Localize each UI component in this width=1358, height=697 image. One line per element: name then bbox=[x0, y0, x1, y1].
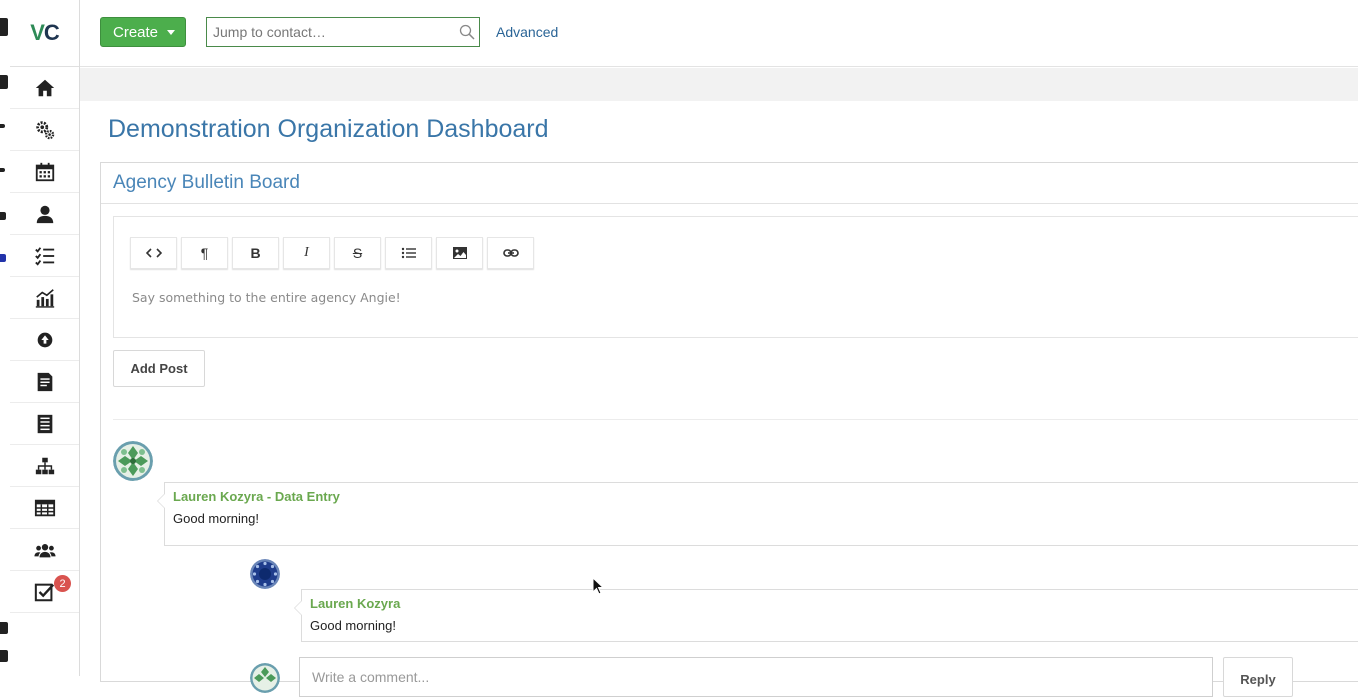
panel-header: Agency Bulletin Board bbox=[101, 163, 1358, 204]
sidebar-item-organization[interactable] bbox=[10, 445, 79, 487]
avatar[interactable] bbox=[250, 559, 280, 589]
advanced-search-link[interactable]: Advanced bbox=[496, 24, 558, 40]
italic-button[interactable]: I bbox=[283, 237, 330, 269]
app-logo[interactable]: VC bbox=[10, 0, 79, 67]
gears-icon bbox=[35, 120, 54, 139]
reply-post: Lauren Kozyra Good morning! bbox=[294, 589, 1358, 642]
tasks-icon bbox=[34, 583, 54, 601]
search-icon[interactable] bbox=[459, 24, 475, 40]
comment-box[interactable] bbox=[299, 657, 1213, 697]
avatar-pattern bbox=[250, 559, 280, 589]
post-author[interactable]: Lauren Kozyra bbox=[310, 596, 400, 611]
link-button[interactable] bbox=[487, 237, 534, 269]
contact-search[interactable] bbox=[206, 17, 480, 47]
sidebar-item-contacts[interactable] bbox=[10, 193, 79, 235]
edge-mark bbox=[0, 254, 6, 262]
divider bbox=[113, 419, 1358, 420]
edge-mark bbox=[0, 18, 8, 36]
sidebar-item-forms[interactable] bbox=[10, 403, 79, 445]
sidebar-item-groups[interactable] bbox=[10, 529, 79, 571]
create-button-label: Create bbox=[113, 23, 159, 41]
avatar-pattern bbox=[113, 441, 153, 481]
group-icon bbox=[33, 543, 56, 557]
post-editor[interactable]: ¶ B I S Say something to the entire agen… bbox=[113, 216, 1358, 338]
edge-mark bbox=[0, 212, 6, 220]
report-icon bbox=[37, 414, 52, 433]
paragraph-icon: ¶ bbox=[200, 245, 209, 261]
tasks-badge: 2 bbox=[54, 575, 71, 592]
edge-mark bbox=[0, 622, 8, 634]
top-bar: Create Advanced bbox=[80, 0, 1358, 67]
sidebar-item-tables[interactable] bbox=[10, 487, 79, 529]
checklist-icon bbox=[34, 246, 54, 266]
user-icon bbox=[36, 205, 53, 223]
caret-down-icon bbox=[167, 29, 176, 35]
create-button[interactable]: Create bbox=[100, 17, 186, 47]
edge-mark bbox=[0, 168, 5, 172]
image-button[interactable] bbox=[436, 237, 483, 269]
org-chart-icon bbox=[35, 457, 54, 474]
sidebar-item-checklist[interactable] bbox=[10, 235, 79, 277]
strikethrough-button[interactable]: S bbox=[334, 237, 381, 269]
window-edge bbox=[0, 0, 10, 676]
sidebar-item-reports[interactable] bbox=[10, 277, 79, 319]
post-text: Good morning! bbox=[310, 618, 396, 633]
list-icon bbox=[401, 247, 416, 259]
panel-title: Agency Bulletin Board bbox=[113, 172, 300, 193]
bold-icon: B bbox=[250, 245, 261, 261]
sidebar-item-settings[interactable] bbox=[10, 109, 79, 151]
edge-mark bbox=[0, 75, 8, 89]
header-band bbox=[80, 68, 1358, 101]
italic-icon: I bbox=[304, 245, 309, 260]
avatar[interactable] bbox=[250, 663, 280, 693]
bulletin-board-panel: Agency Bulletin Board ¶ B I S Say someth… bbox=[100, 162, 1358, 697]
reply-button[interactable]: Reply bbox=[1223, 657, 1293, 697]
edge-mark bbox=[0, 650, 8, 662]
mouse-cursor-icon bbox=[592, 577, 604, 595]
link-icon bbox=[502, 249, 519, 257]
sidebar-item-documents[interactable] bbox=[10, 361, 79, 403]
calendar-icon bbox=[35, 162, 54, 181]
upload-icon bbox=[37, 332, 52, 347]
bar-chart-icon bbox=[35, 288, 54, 308]
sidebar-item-calendar[interactable] bbox=[10, 151, 79, 193]
table-icon bbox=[34, 499, 55, 516]
logo-text: VC bbox=[30, 20, 60, 45]
post-text: Good morning! bbox=[173, 511, 259, 526]
sidebar: VC 2 bbox=[10, 0, 91, 676]
sidebar-item-upload[interactable] bbox=[10, 319, 79, 361]
code-icon bbox=[145, 248, 162, 258]
avatar[interactable] bbox=[113, 441, 153, 481]
post: Lauren Kozyra - Data Entry Good morning! bbox=[157, 482, 1358, 546]
page-title: Demonstration Organization Dashboard bbox=[108, 115, 549, 143]
avatar-pattern bbox=[250, 663, 280, 693]
document-icon bbox=[37, 372, 52, 391]
image-icon bbox=[452, 247, 467, 259]
sidebar-item-home[interactable] bbox=[10, 67, 91, 109]
home-icon bbox=[35, 79, 54, 96]
strikethrough-icon: S bbox=[352, 245, 363, 261]
add-post-button[interactable]: Add Post bbox=[113, 350, 205, 387]
editor-placeholder[interactable]: Say something to the entire agency Angie… bbox=[132, 290, 401, 305]
contact-search-input[interactable] bbox=[207, 18, 447, 46]
comment-input[interactable] bbox=[300, 658, 1212, 696]
list-button[interactable] bbox=[385, 237, 432, 269]
bold-button[interactable]: B bbox=[232, 237, 279, 269]
sidebar-item-tasks[interactable]: 2 bbox=[10, 571, 79, 613]
edge-mark bbox=[0, 124, 5, 128]
post-author[interactable]: Lauren Kozyra - Data Entry bbox=[173, 489, 340, 504]
code-view-button[interactable] bbox=[130, 237, 177, 269]
paragraph-button[interactable]: ¶ bbox=[181, 237, 228, 269]
